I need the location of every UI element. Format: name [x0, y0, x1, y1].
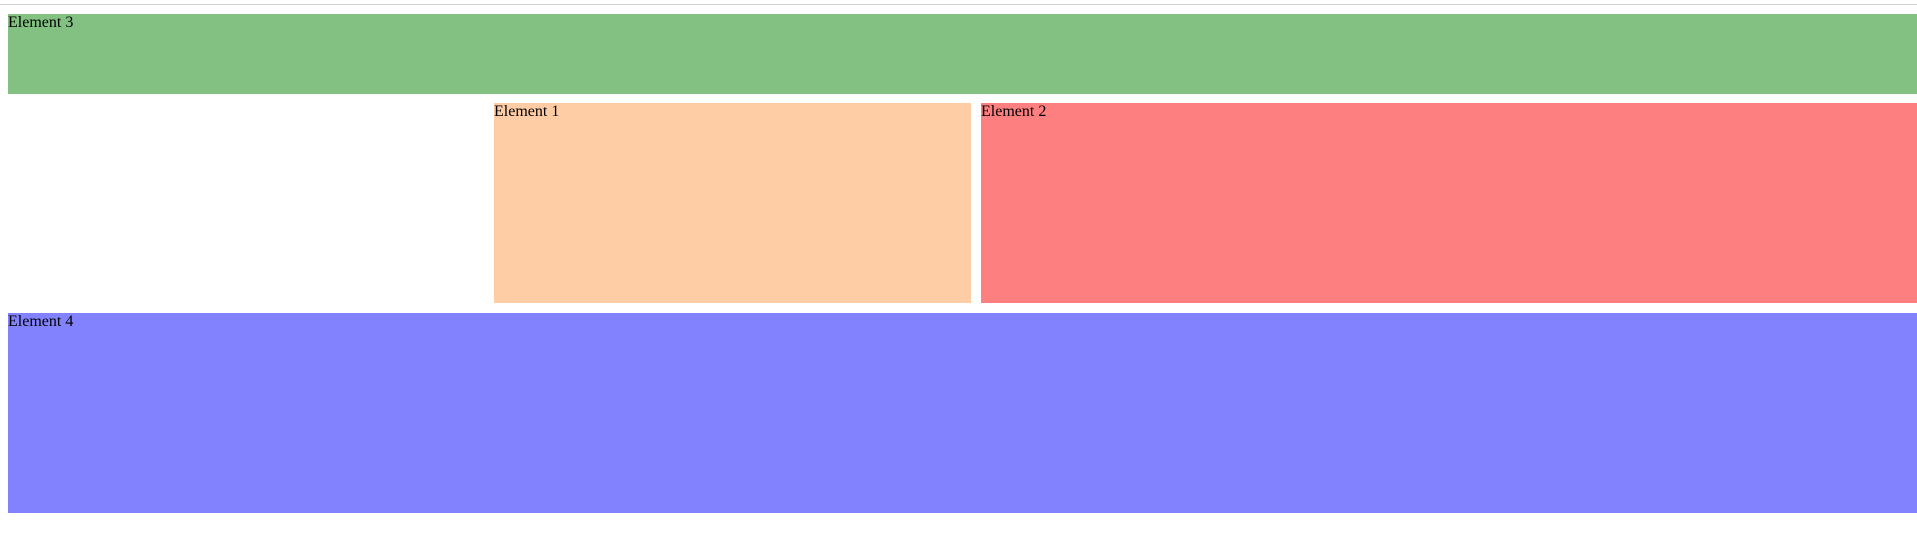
- element-2-label: Element 2: [981, 103, 1047, 120]
- element-3-label: Element 3: [8, 14, 74, 31]
- element-1-label: Element 1: [494, 103, 560, 120]
- element-3-box: Element 3: [8, 14, 1917, 94]
- element-4-box: Element 4: [8, 313, 1917, 513]
- element-4-label: Element 4: [8, 313, 74, 330]
- element-2-box: Element 2: [981, 103, 1917, 303]
- element-1-box: Element 1: [494, 103, 971, 303]
- top-divider: [0, 4, 1917, 5]
